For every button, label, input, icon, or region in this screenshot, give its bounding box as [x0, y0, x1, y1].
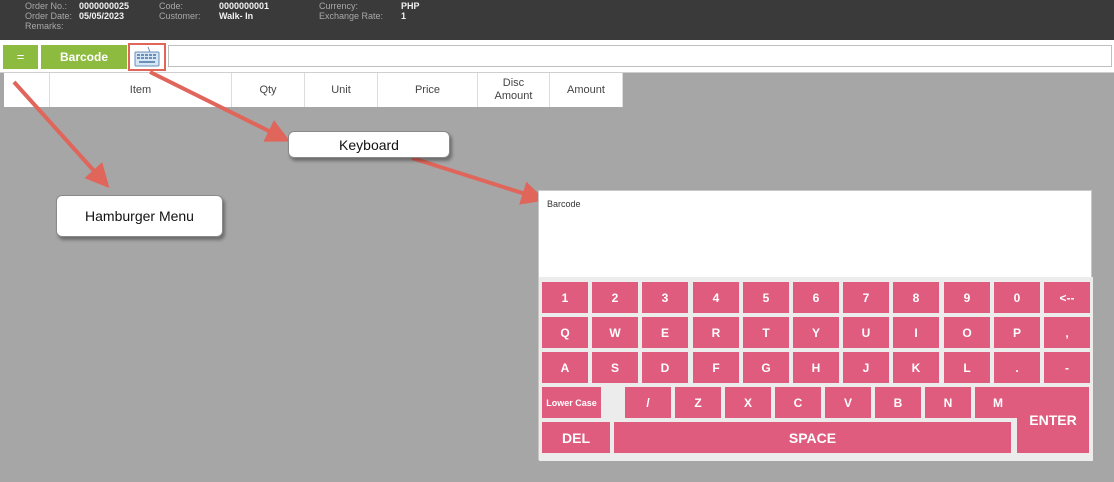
key-enter[interactable]: ENTER	[1017, 387, 1089, 453]
key-n[interactable]: N	[925, 387, 971, 418]
code-label: Code:	[159, 1, 184, 11]
key-o[interactable]: O	[944, 317, 990, 348]
key-s[interactable]: S	[592, 352, 638, 383]
order-no-label: Order No.:	[25, 1, 68, 11]
key-c[interactable]: C	[775, 387, 821, 418]
barcode-input[interactable]	[168, 45, 1112, 67]
barcode-button[interactable]: Barcode	[41, 45, 127, 69]
order-date-value: 05/05/2023	[79, 11, 125, 21]
key-8[interactable]: 8	[893, 282, 939, 313]
key-backspace[interactable]: <--	[1044, 282, 1090, 313]
key-period[interactable]: .	[994, 352, 1040, 383]
key-f[interactable]: F	[693, 352, 739, 383]
customer-value: Walk- In	[219, 11, 254, 21]
key-k[interactable]: K	[893, 352, 939, 383]
key-a[interactable]: A	[542, 352, 588, 383]
key-l[interactable]: L	[944, 352, 990, 383]
column-header-qty: Qty	[232, 73, 305, 107]
customer-label: Customer:	[159, 11, 201, 21]
currency-value: PHP	[401, 1, 420, 11]
column-header-select	[4, 73, 50, 107]
hamburger-menu-callout: Hamburger Menu	[56, 195, 223, 237]
key-t[interactable]: T	[743, 317, 789, 348]
key-u[interactable]: U	[843, 317, 889, 348]
key-r[interactable]: R	[693, 317, 739, 348]
order-date-label: Order Date:	[25, 11, 73, 21]
currency-label: Currency:	[319, 1, 359, 11]
key-v[interactable]: V	[825, 387, 871, 418]
key-p[interactable]: P	[994, 317, 1040, 348]
keyboard-display-label: Barcode	[547, 199, 581, 209]
key-y[interactable]: Y	[793, 317, 839, 348]
key-dash[interactable]: -	[1044, 352, 1090, 383]
arrow-to-keyboard-panel	[411, 156, 546, 205]
key-x[interactable]: X	[725, 387, 771, 418]
key-i[interactable]: I	[893, 317, 939, 348]
key-6[interactable]: 6	[793, 282, 839, 313]
key-e[interactable]: E	[642, 317, 688, 348]
key-1[interactable]: 1	[542, 282, 588, 313]
order-no-value: 0000000025	[79, 1, 130, 11]
key-d[interactable]: D	[642, 352, 688, 383]
column-header-item: Item	[50, 73, 232, 107]
key-g[interactable]: G	[743, 352, 789, 383]
key-h[interactable]: H	[793, 352, 839, 383]
remarks-label: Remarks:	[25, 21, 64, 31]
item-table-header: Item Qty Unit Price Disc Amount Amount	[4, 73, 623, 107]
key-0[interactable]: 0	[994, 282, 1040, 313]
keyboard-keys: 1 2 3 4 5 6 7 8 9 0 <-- Q W E R T Y U I O P, A S D F G H J K L. - Lower…	[539, 277, 1093, 461]
key-z[interactable]: Z	[675, 387, 721, 418]
key-b[interactable]: B	[875, 387, 921, 418]
keyboard-display: Barcode	[541, 193, 1091, 277]
key-2[interactable]: 2	[592, 282, 638, 313]
key-comma[interactable]: ,	[1044, 317, 1090, 348]
key-w[interactable]: W	[592, 317, 638, 348]
column-header-amount: Amount	[550, 73, 623, 107]
key-lower-case[interactable]: Lower Case	[542, 387, 601, 418]
keyboard-icon	[134, 46, 160, 67]
key-3[interactable]: 3	[642, 282, 688, 313]
key-5[interactable]: 5	[743, 282, 789, 313]
column-header-disc-amount: Disc Amount	[478, 73, 550, 107]
key-7[interactable]: 7	[843, 282, 889, 313]
key-9[interactable]: 9	[944, 282, 990, 313]
keyboard-callout: Keyboard	[288, 131, 450, 158]
key-j[interactable]: J	[843, 352, 889, 383]
column-header-price: Price	[378, 73, 478, 107]
exchange-rate-label: Exchange Rate:	[319, 11, 384, 21]
key-m[interactable]: M	[975, 387, 1021, 418]
on-screen-keyboard: Barcode 1 2 3 4 5 6 7 8 9 0 <-- Q W E R T Y U I O P, A S D F G H J K…	[538, 190, 1093, 461]
code-value: 0000000001	[219, 1, 270, 11]
order-header: Order No.: 0000000025 Order Date: 05/05/…	[0, 0, 1114, 40]
column-header-unit: Unit	[305, 73, 378, 107]
key-q[interactable]: Q	[542, 317, 588, 348]
exchange-rate-value: 1	[401, 11, 407, 21]
key-space[interactable]: SPACE	[614, 422, 1011, 453]
key-slash[interactable]: /	[625, 387, 671, 418]
keyboard-button[interactable]	[128, 43, 166, 71]
key-4[interactable]: 4	[693, 282, 739, 313]
hamburger-menu-button[interactable]: =	[3, 45, 38, 69]
key-del[interactable]: DEL	[542, 422, 610, 453]
